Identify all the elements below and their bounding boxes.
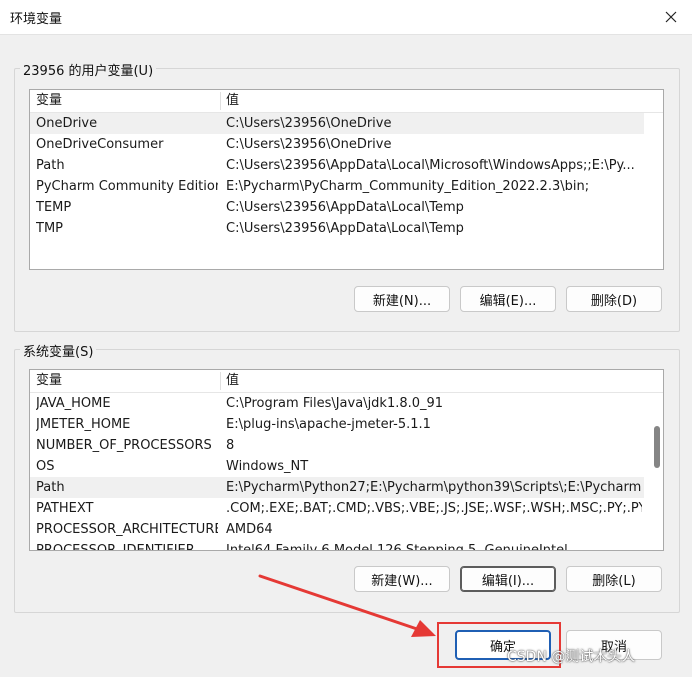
watermark: CSDN @测试木头人 [507, 649, 636, 665]
annotation-arrow [258, 574, 436, 637]
